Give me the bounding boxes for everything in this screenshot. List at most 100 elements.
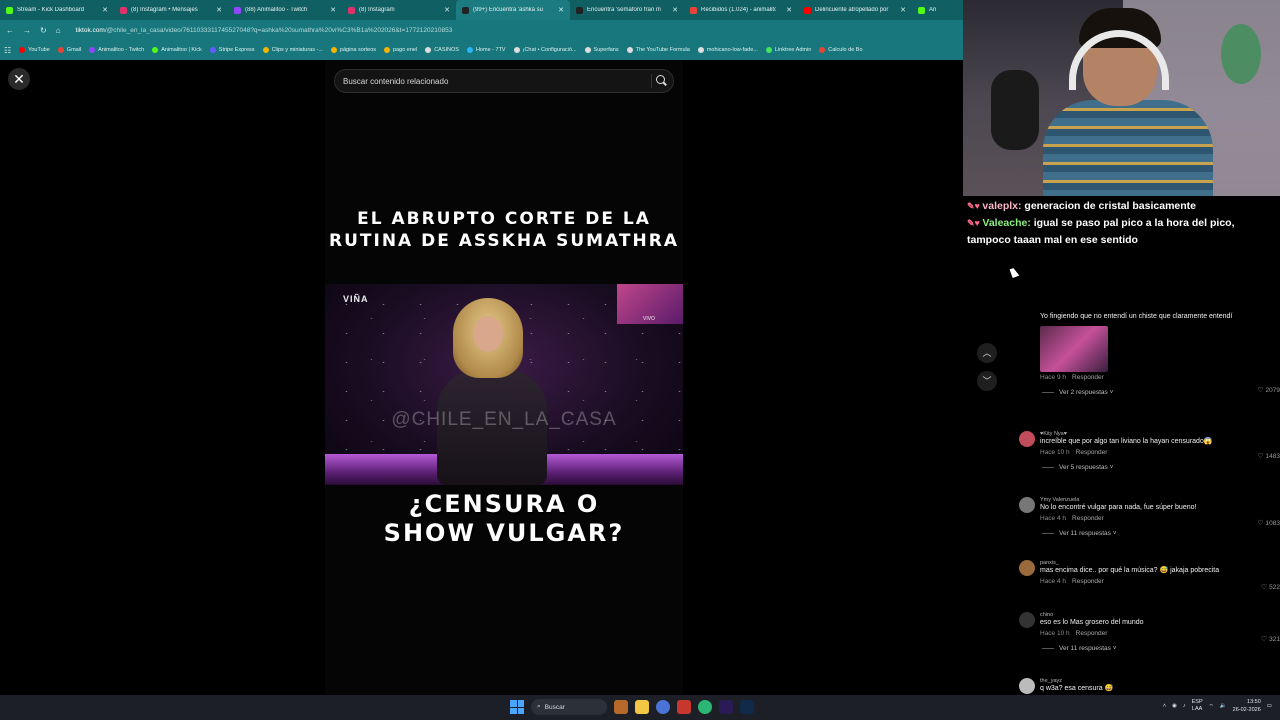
- tab-close-icon[interactable]: ✕: [786, 6, 792, 14]
- url-field[interactable]: tiktok.com/@chile_en_la_casa/video/76110…: [76, 27, 453, 34]
- avatar[interactable]: [1019, 678, 1035, 694]
- browser-tab[interactable]: Encuentra 'semaforo fran m ✕: [570, 0, 684, 20]
- bookmark-item[interactable]: The YouTube Formula: [626, 47, 690, 53]
- bookmark-item[interactable]: YouTube: [19, 47, 50, 53]
- tab-close-icon[interactable]: ✕: [900, 6, 906, 14]
- search-icon: ⌕: [537, 703, 541, 710]
- video-player[interactable]: Buscar contenido relacionado EL ABRUPTO …: [325, 60, 683, 695]
- reply-button[interactable]: Responder: [1076, 630, 1108, 637]
- like-button[interactable]: ♡ 1483: [1257, 452, 1280, 460]
- notification-icon[interactable]: ▭: [1267, 703, 1272, 709]
- chrome-icon[interactable]: [698, 700, 712, 714]
- bookmark-item[interactable]: Calculo de Bo: [819, 47, 863, 53]
- mic-icon[interactable]: ♪: [1183, 703, 1186, 709]
- like-button[interactable]: ♡ 1083: [1257, 519, 1280, 527]
- view-replies-button[interactable]: Ver 11 respuestas ˅: [1040, 645, 1255, 652]
- browser-tab[interactable]: (8) Instagram • Mensajes ✕: [114, 0, 228, 20]
- bookmark-item[interactable]: Linktree Admin: [765, 47, 811, 53]
- comment-time: Hace 9 h: [1040, 374, 1067, 381]
- browser-tab[interactable]: Stream - Kick Dashboard ✕: [0, 0, 114, 20]
- tab-close-icon[interactable]: ✕: [330, 6, 336, 14]
- browser-tab[interactable]: (99+) Encuentra 'ashka su ✕: [456, 0, 570, 20]
- taskbar-search[interactable]: ⌕ Buscar: [531, 699, 607, 715]
- home-icon[interactable]: ⌂: [56, 26, 61, 35]
- apps-grid-icon[interactable]: ☷: [4, 46, 11, 55]
- like-button[interactable]: ♡ 321: [1261, 635, 1280, 643]
- tab-close-icon[interactable]: ✕: [672, 6, 678, 14]
- file-explorer-icon[interactable]: [635, 700, 649, 714]
- comment-gif[interactable]: [1040, 326, 1108, 372]
- browser-tab[interactable]: Delincuente atropellado por l ✕: [798, 0, 912, 20]
- landscape-app-icon[interactable]: [614, 700, 628, 714]
- browser-tab[interactable]: (88) Animalitoo - Twitch ✕: [228, 0, 342, 20]
- chevron-down-icon: ˅: [1107, 464, 1114, 471]
- chevron-down-icon[interactable]: ﹀: [977, 371, 997, 391]
- windows-taskbar: ⌕ Buscar ˄ ◉ ♪ ESP LAA ⌔ 🔉 13:50 26-02-2…: [0, 695, 1280, 720]
- browser-tab-bar: Stream - Kick Dashboard ✕ (8) Instagram • …: [0, 0, 964, 20]
- bookmark-item[interactable]: Stripe Express: [209, 47, 255, 53]
- avatar[interactable]: [1019, 431, 1035, 447]
- bookmark-item[interactable]: Home - 7TV: [466, 47, 506, 53]
- browser-tab[interactable]: Recibidos (1.024) - animalitoo ✕: [684, 0, 798, 20]
- like-button[interactable]: ♡ 2079: [1257, 386, 1280, 394]
- wifi-icon[interactable]: ⌔: [1209, 703, 1214, 710]
- reply-button[interactable]: Responder: [1072, 374, 1104, 381]
- bookmark-item[interactable]: Clips y miniaturas -...: [262, 47, 323, 53]
- reload-icon[interactable]: ↻: [40, 26, 47, 35]
- comment-meta: Hace 4 h Responder: [1040, 515, 1255, 522]
- tab-close-icon[interactable]: ✕: [558, 6, 564, 14]
- bookmark-item[interactable]: ¡Chat • Configuració...: [513, 47, 577, 53]
- bookmark-item[interactable]: CASINOS: [425, 47, 459, 53]
- streamer-shirt: [1043, 100, 1213, 196]
- search-icon[interactable]: [651, 74, 665, 88]
- bookmark-item[interactable]: Animalitoo - Twitch: [89, 47, 144, 53]
- forward-icon[interactable]: →: [23, 26, 31, 35]
- related-search-input[interactable]: Buscar contenido relacionado: [343, 77, 651, 86]
- related-search-bar[interactable]: Buscar contenido relacionado: [334, 69, 674, 93]
- tab-close-icon[interactable]: ✕: [102, 6, 108, 14]
- reply-button[interactable]: Responder: [1072, 515, 1104, 522]
- obs-icon[interactable]: [677, 700, 691, 714]
- chevron-up-icon[interactable]: ˄: [1163, 703, 1166, 709]
- bookmark-item[interactable]: página sorteos: [330, 47, 376, 53]
- speaker-icon[interactable]: 🔉: [1220, 703, 1227, 709]
- language-indicator[interactable]: ESP LAA: [1192, 699, 1203, 713]
- avatar[interactable]: [1019, 560, 1035, 576]
- comment-time: Hace 4 h: [1040, 515, 1067, 522]
- comment-meta: Hace 4 h Responder: [1040, 578, 1255, 585]
- view-replies-button[interactable]: Ver 11 respuestas ˅: [1040, 530, 1255, 537]
- browser-tab[interactable]: An: [912, 0, 952, 20]
- bookmark-favicon-icon: [466, 47, 473, 53]
- reply-button[interactable]: Responder: [1076, 449, 1108, 456]
- like-button[interactable]: ♡ 522: [1261, 583, 1280, 591]
- bookmark-item[interactable]: mohicano-low-fade...: [697, 47, 758, 53]
- view-replies-button[interactable]: Ver 2 respuestas ˅: [1040, 389, 1255, 396]
- chevron-up-icon[interactable]: ︿: [977, 343, 997, 363]
- premiere-icon[interactable]: [719, 700, 733, 714]
- close-video-button[interactable]: ✕: [8, 68, 30, 90]
- bookmark-favicon-icon: [89, 47, 96, 53]
- bookmark-favicon-icon: [209, 47, 216, 53]
- heart-icon: ♡: [1257, 387, 1264, 394]
- avatar[interactable]: [1019, 497, 1035, 513]
- bookmark-item[interactable]: pago enel: [384, 47, 417, 53]
- bookmark-item[interactable]: Superfans: [584, 47, 619, 53]
- windows-start-icon[interactable]: [510, 700, 524, 714]
- avatar[interactable]: [1019, 612, 1035, 628]
- tab-close-icon[interactable]: ✕: [216, 6, 222, 14]
- view-replies-button[interactable]: Ver 5 respuestas ˅: [1040, 464, 1255, 471]
- bookmark-item[interactable]: Gmail: [57, 47, 81, 53]
- reply-button[interactable]: Responder: [1072, 578, 1104, 585]
- clock[interactable]: 13:50 26-02-2026: [1233, 698, 1261, 714]
- discord-icon[interactable]: [656, 700, 670, 714]
- bookmark-favicon-icon: [152, 47, 159, 53]
- comment-text: mas encima dice.. por qué la música? 😅 j…: [1040, 567, 1220, 574]
- photoshop-icon[interactable]: [740, 700, 754, 714]
- bookmark-item[interactable]: Animalitoo | Kick: [152, 47, 202, 53]
- tab-close-icon[interactable]: ✕: [444, 6, 450, 14]
- browser-tab[interactable]: (8) Instagram ✕: [342, 0, 456, 20]
- comment-time: Hace 10 h: [1040, 449, 1070, 456]
- network-icon[interactable]: ◉: [1172, 703, 1177, 709]
- tab-title: (99+) Encuentra 'ashka su: [473, 7, 544, 13]
- back-icon[interactable]: ←: [6, 26, 14, 35]
